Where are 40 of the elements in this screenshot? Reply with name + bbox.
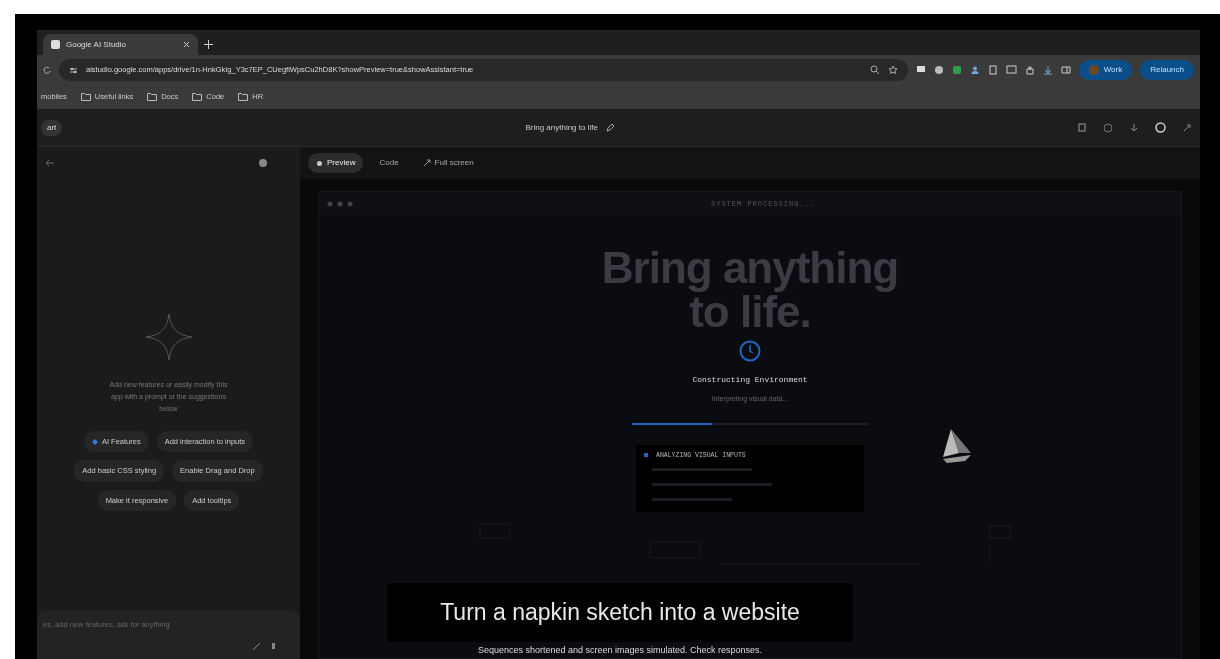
status-text: Constructing Environment — [692, 374, 808, 386]
caption-title: Turn a napkin sketch into a website — [387, 583, 853, 642]
clock-icon — [739, 340, 761, 362]
sidebar-icon[interactable] — [1060, 65, 1071, 75]
preview-tab[interactable]: Code — [371, 153, 407, 173]
start-button[interactable]: art — [41, 119, 63, 136]
eye-icon — [316, 159, 323, 167]
app-title: Bring anything to life — [525, 121, 598, 134]
new-tab-icon[interactable] — [204, 40, 213, 49]
copy-icon[interactable] — [1078, 122, 1087, 133]
search-icon[interactable] — [869, 65, 880, 75]
folder-icon — [192, 93, 203, 101]
preview-tab[interactable]: Full screen — [414, 153, 482, 173]
reload-icon[interactable] — [43, 65, 51, 75]
window-dots-icon — [327, 201, 353, 207]
diamond-icon — [91, 438, 98, 445]
document-icon[interactable] — [987, 65, 998, 75]
star-icon[interactable] — [887, 65, 898, 75]
profile-button[interactable]: Work — [1078, 60, 1133, 80]
avatar-icon — [1088, 65, 1099, 75]
app-extension-icon[interactable] — [951, 65, 962, 75]
sparkle-icon — [144, 313, 193, 361]
download-icon[interactable] — [1129, 122, 1139, 133]
preview-tab[interactable]: Preview — [308, 153, 364, 173]
browser-tab[interactable]: Google AI Studio — [43, 34, 198, 55]
person-extension-icon[interactable] — [969, 65, 980, 75]
tab-title: Google AI Studio — [66, 38, 128, 51]
back-arrow-icon[interactable] — [45, 159, 55, 167]
site-settings-icon[interactable] — [69, 65, 78, 75]
folder-icon — [147, 93, 158, 101]
download-icon[interactable] — [1042, 65, 1053, 75]
folder-icon — [238, 93, 249, 101]
bullet-icon — [644, 453, 648, 458]
relaunch-button[interactable]: Relaunch — [1140, 60, 1194, 80]
close-icon[interactable] — [183, 41, 190, 48]
caption-note: Sequences shortened and screen images simulated. Check responses. — [476, 644, 764, 657]
favicon-icon — [51, 40, 60, 49]
expand-icon — [422, 159, 431, 167]
folder-icon — [80, 93, 91, 101]
pencil-icon[interactable] — [605, 123, 615, 132]
